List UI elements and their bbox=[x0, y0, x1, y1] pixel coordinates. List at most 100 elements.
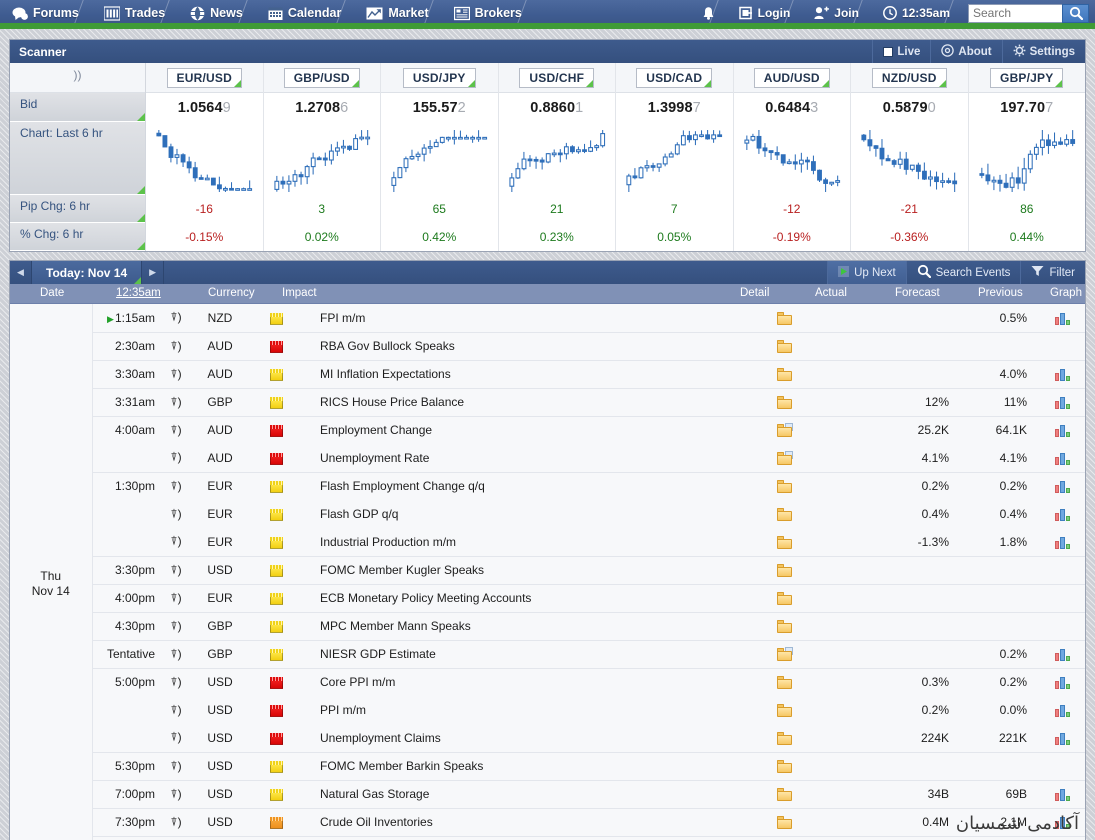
detail-folder-icon[interactable] bbox=[776, 564, 792, 578]
event-audio-cell[interactable]: ⍒) bbox=[160, 500, 192, 528]
event-graph-cell[interactable] bbox=[1041, 835, 1085, 840]
speaker-icon[interactable]: ⍒) bbox=[170, 787, 181, 801]
speaker-icon[interactable]: ⍒) bbox=[170, 450, 181, 464]
event-title-cell[interactable]: MPC Member Mann Speaks bbox=[304, 611, 751, 640]
detail-folder-icon[interactable] bbox=[776, 423, 793, 438]
calendar-event-row[interactable]: 3:30am ⍒) AUD MI Inflation Expectations 4.0% bbox=[10, 359, 1085, 388]
detail-folder-icon[interactable] bbox=[776, 450, 793, 465]
event-title-cell[interactable]: Unemployment Rate bbox=[304, 444, 751, 472]
event-audio-cell[interactable]: ⍒) bbox=[160, 696, 192, 724]
scanner-settings-button[interactable]: Settings bbox=[1001, 40, 1085, 63]
nav-item-forums[interactable]: Forums bbox=[0, 0, 92, 26]
event-graph-cell[interactable] bbox=[1041, 724, 1085, 752]
calendar-event-row[interactable]: 3:30pm ⍒) USD FOMC Member Kugler Speaks bbox=[10, 555, 1085, 584]
detail-folder-icon[interactable] bbox=[776, 340, 792, 354]
event-graph-cell[interactable] bbox=[1041, 331, 1085, 360]
event-audio-cell[interactable]: ⍒) bbox=[160, 667, 192, 696]
nav-item-1235am[interactable]: 12:35am bbox=[871, 0, 962, 26]
event-detail-cell[interactable] bbox=[751, 807, 817, 836]
event-audio-cell[interactable]: ⍒) bbox=[160, 359, 192, 388]
calendar-event-row[interactable]: 3:31am ⍒) GBP RICS House Price Balance 12% 11… bbox=[10, 387, 1085, 416]
detail-folder-icon[interactable] bbox=[776, 480, 792, 494]
nav-item-brokers[interactable]: Brokers bbox=[442, 0, 535, 26]
speaker-icon[interactable]: ⍒) bbox=[170, 367, 181, 381]
event-audio-cell[interactable]: ⍒) bbox=[160, 807, 192, 836]
event-graph-cell[interactable] bbox=[1041, 359, 1085, 388]
nav-item-trades[interactable]: Trades bbox=[92, 0, 178, 26]
today-button[interactable]: Today: Nov 14 bbox=[32, 261, 143, 284]
event-audio-cell[interactable]: ⍒) bbox=[160, 779, 192, 808]
event-title-cell[interactable]: FOMC Member Kugler Speaks bbox=[304, 555, 751, 584]
pair-button[interactable]: AUD/USD bbox=[753, 67, 830, 88]
graph-icon[interactable] bbox=[1055, 481, 1071, 494]
calendar-event-row[interactable]: ⍒) EUR Industrial Production m/m -1.3% 1.8% bbox=[10, 528, 1085, 556]
event-graph-cell[interactable] bbox=[1041, 471, 1085, 500]
event-detail-cell[interactable] bbox=[751, 500, 817, 528]
calendar-event-row[interactable]: 4:30pm ⍒) GBP MPC Member Mann Speaks bbox=[10, 611, 1085, 640]
speaker-icon[interactable]: ⍒) bbox=[170, 563, 181, 577]
detail-folder-icon[interactable] bbox=[776, 396, 792, 410]
event-title-cell[interactable]: RICS House Price Balance bbox=[304, 387, 751, 416]
pair-button[interactable]: USD/CAD bbox=[636, 67, 713, 88]
speaker-icon[interactable]: ⍒) bbox=[170, 310, 181, 324]
event-audio-cell[interactable]: ⍒) bbox=[160, 583, 192, 612]
speaker-icon[interactable]: ⍒) bbox=[170, 591, 181, 605]
event-title-cell[interactable]: Employment Change bbox=[304, 415, 751, 444]
calendar-filter-button[interactable]: Filter bbox=[1020, 261, 1085, 284]
event-audio-cell[interactable]: ⍒) bbox=[160, 415, 192, 444]
event-audio-cell[interactable]: ⍒) bbox=[160, 724, 192, 752]
graph-icon[interactable] bbox=[1055, 425, 1071, 438]
event-audio-cell[interactable]: ⍒) bbox=[160, 444, 192, 472]
detail-folder-icon[interactable] bbox=[776, 647, 793, 662]
calendar-event-row[interactable]: 10:30pm⍒)EUR ECB President Lagarde Speaks bbox=[10, 835, 1085, 840]
graph-icon[interactable] bbox=[1055, 788, 1071, 801]
speaker-icon[interactable]: ⍒) bbox=[170, 534, 181, 548]
detail-folder-icon[interactable] bbox=[776, 704, 792, 718]
graph-icon[interactable] bbox=[1055, 452, 1071, 465]
pair-button[interactable]: NZD/USD bbox=[871, 67, 947, 88]
detail-folder-icon[interactable] bbox=[776, 731, 792, 745]
detail-folder-icon[interactable] bbox=[776, 592, 792, 606]
event-audio-cell[interactable]: ⍒) bbox=[160, 387, 192, 416]
event-graph-cell[interactable] bbox=[1041, 415, 1085, 444]
speaker-icon[interactable]: ⍒) bbox=[170, 395, 181, 409]
speaker-icon[interactable]: ⍒) bbox=[170, 703, 181, 717]
event-audio-cell[interactable]: ⍒) bbox=[160, 751, 192, 780]
calendar-up-next-button[interactable]: Up Next bbox=[827, 261, 906, 284]
pair-button[interactable]: EUR/USD bbox=[166, 67, 242, 88]
pair-candlestick-chart[interactable] bbox=[616, 122, 733, 195]
graph-icon[interactable] bbox=[1055, 396, 1071, 409]
graph-icon[interactable] bbox=[1055, 732, 1071, 745]
calendar-event-row[interactable]: 1:30pm ⍒) EUR Flash Employment Change q/q 0.… bbox=[10, 471, 1085, 500]
event-detail-cell[interactable] bbox=[751, 387, 817, 416]
event-graph-cell[interactable] bbox=[1041, 639, 1085, 668]
live-checkbox[interactable] bbox=[883, 46, 894, 57]
event-detail-cell[interactable] bbox=[751, 779, 817, 808]
graph-icon[interactable] bbox=[1055, 368, 1071, 381]
event-graph-cell[interactable] bbox=[1041, 611, 1085, 640]
pair-button[interactable]: GBP/USD bbox=[283, 67, 360, 88]
event-title-cell[interactable]: ECB President Lagarde Speaks bbox=[304, 835, 751, 840]
search-input[interactable] bbox=[968, 3, 1062, 23]
calendar-event-row[interactable]: Thu Nov 14 ▶1:15am ⍒) NZD FPI m/m 0.5% bbox=[10, 304, 1085, 840]
event-audio-cell[interactable]: ⍒) bbox=[160, 331, 192, 360]
event-detail-cell[interactable] bbox=[751, 583, 817, 612]
nav-item-join[interactable]: Join bbox=[802, 0, 871, 26]
event-audio-cell[interactable]: ⍒) bbox=[160, 639, 192, 668]
detail-folder-icon[interactable] bbox=[776, 368, 792, 382]
event-audio-cell[interactable]: ⍒) bbox=[160, 611, 192, 640]
event-audio-cell[interactable]: ⍒) bbox=[160, 555, 192, 584]
next-day-button[interactable]: ▶ bbox=[142, 261, 165, 284]
event-graph-cell[interactable] bbox=[1041, 779, 1085, 808]
calendar-event-row[interactable]: ⍒) AUD Unemployment Rate 4.1% 4.1% bbox=[10, 444, 1085, 472]
calendar-event-row[interactable]: 5:30pm ⍒) USD FOMC Member Barkin Speaks bbox=[10, 751, 1085, 780]
detail-folder-icon[interactable] bbox=[776, 788, 792, 802]
event-title-cell[interactable]: FPI m/m bbox=[304, 304, 751, 332]
event-graph-cell[interactable] bbox=[1041, 667, 1085, 696]
event-title-cell[interactable]: FOMC Member Barkin Speaks bbox=[304, 751, 751, 780]
event-title-cell[interactable]: ECB Monetary Policy Meeting Accounts bbox=[304, 583, 751, 612]
event-title-cell[interactable]: PPI m/m bbox=[304, 696, 751, 724]
detail-folder-icon[interactable] bbox=[776, 535, 792, 549]
event-audio-cell[interactable]: ⍒) bbox=[160, 304, 192, 332]
event-detail-cell[interactable] bbox=[751, 415, 817, 444]
